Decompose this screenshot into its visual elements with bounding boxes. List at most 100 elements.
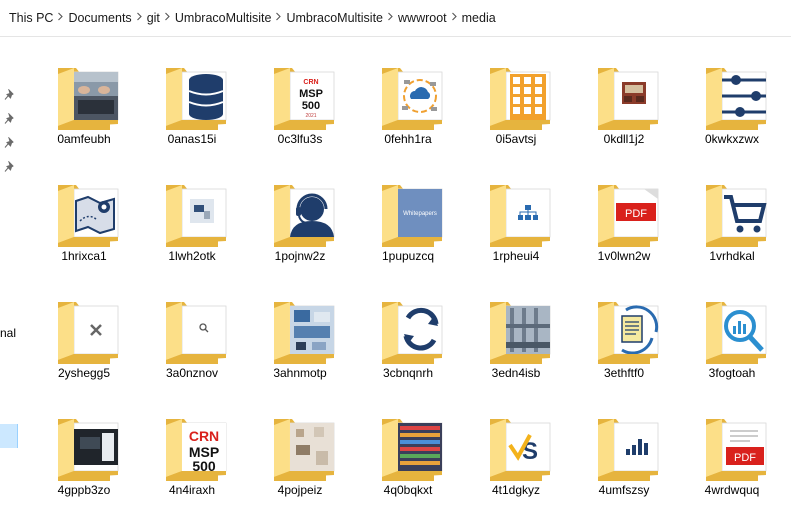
folder-sliders-icon [706, 68, 767, 130]
breadcrumb-item[interactable]: git [147, 11, 160, 25]
folder-item[interactable]: S 4t1dgkyz [462, 391, 570, 499]
folder-name: 0anas15i [167, 132, 217, 146]
pin-icon[interactable] [4, 137, 16, 149]
folder-item[interactable]: 0fehh1ra [354, 40, 462, 148]
folder-desk-icon [166, 185, 227, 247]
svg-text:PDF: PDF [734, 452, 756, 464]
folder-name: 3cbnqnrh [382, 366, 434, 380]
folder-item[interactable]: 0anas15i [138, 40, 246, 148]
folder-name: 3edn4isb [491, 366, 541, 380]
folder-item[interactable]: 2yshegg5 [30, 274, 138, 382]
folder-name: 0i5avtsj [495, 132, 537, 146]
folder-name: 2yshegg5 [57, 366, 111, 380]
folder-check-s-icon: S [490, 419, 551, 481]
folder-item[interactable]: 3a0nznov [138, 274, 246, 382]
folder-name: 3a0nznov [165, 366, 219, 380]
breadcrumb-chevron-icon[interactable] [271, 12, 286, 24]
breadcrumb-chevron-icon[interactable] [53, 12, 68, 24]
folder-pdf2-icon: PDF [706, 419, 767, 481]
pin-icon[interactable] [4, 89, 16, 101]
breadcrumb-chevron-icon[interactable] [132, 12, 147, 24]
nav-selected-item[interactable] [0, 424, 18, 448]
breadcrumb-chevron-icon[interactable] [160, 12, 175, 24]
breadcrumb-item[interactable]: media [462, 11, 496, 25]
folder-item[interactable]: PDF 4wrdwquq [678, 391, 786, 499]
folder-item[interactable]: 1pojnw2z [246, 157, 354, 265]
folder-item[interactable]: 1hrixca1 [30, 157, 138, 265]
folder-headset-icon [274, 185, 335, 247]
folder-pdf-icon: PDF [598, 185, 659, 247]
folder-item[interactable]: PDF 1v0lwn2w [570, 157, 678, 265]
folder-item[interactable]: 1lwh2otk [138, 157, 246, 265]
folder-item[interactable]: CRN MSP 500 4n4iraxh [138, 391, 246, 499]
folder-name: 3ahnmotp [273, 366, 327, 380]
folder-item[interactable]: 3fogtoah [678, 274, 786, 382]
folder-name: 1rpheui4 [492, 249, 540, 263]
folder-item[interactable]: CRN MSP 500 2021 0c3lfu3s [246, 40, 354, 148]
folder-name: 0fehh1ra [384, 132, 432, 146]
folder-search-small-icon [166, 302, 227, 364]
folder-name: 4t1dgkyz [491, 483, 541, 497]
folder-refresh-icon [382, 302, 443, 364]
breadcrumb-item[interactable]: UmbracoMultisite [175, 11, 272, 25]
file-grid: 0amfeubh 0anas15i CRN MSP 500 2021 0c3lfu3s… [30, 38, 791, 524]
breadcrumb-chevron-icon[interactable] [447, 12, 462, 24]
folder-laptop-icon [58, 68, 119, 130]
breadcrumb-item[interactable]: This PC [9, 11, 53, 25]
folder-database-icon [166, 68, 227, 130]
svg-text:CRN: CRN [303, 79, 318, 86]
folder-item[interactable]: 4gppb3zo [30, 391, 138, 499]
folder-name: 4pojpeiz [277, 483, 323, 497]
folder-name: 4gppb3zo [57, 483, 111, 497]
folder-map-icon [58, 185, 119, 247]
pin-icon[interactable] [4, 113, 16, 125]
folder-item[interactable]: 4umfszsy [570, 391, 678, 499]
folder-bars-icon [598, 419, 659, 481]
folder-org-icon [490, 185, 551, 247]
svg-text:2021: 2021 [305, 113, 316, 119]
folder-item[interactable]: Whitepapers 1pupuzcq [354, 157, 462, 265]
folder-item[interactable]: 0i5avtsj [462, 40, 570, 148]
pin-icon[interactable] [4, 161, 16, 173]
folder-name: 1pupuzcq [381, 249, 435, 263]
folder-item[interactable]: 0kdll1j2 [570, 40, 678, 148]
folder-item[interactable]: 0amfeubh [30, 40, 138, 148]
svg-text:MSP: MSP [299, 88, 323, 100]
folder-pipes-icon [490, 302, 551, 364]
folder-name: 0kdll1j2 [603, 132, 645, 146]
folder-name: 1lwh2otk [168, 249, 216, 263]
folder-name: 1hrixca1 [61, 249, 107, 263]
folder-name: 0kwkxzwx [704, 132, 759, 146]
folder-item[interactable]: 3ahnmotp [246, 274, 354, 382]
folder-item[interactable]: 1rpheui4 [462, 157, 570, 265]
folder-crn2021-icon: CRN MSP5002021 [274, 68, 335, 130]
folder-whitepapers-icon: Whitepapers [382, 185, 443, 247]
folder-server-icon [382, 419, 443, 481]
folder-tools-icon [58, 302, 119, 364]
folder-item[interactable]: 1vrhdkal [678, 157, 786, 265]
address-bar[interactable]: This PC Documents git UmbracoMultisite Umbra… [0, 0, 791, 37]
nav-item-label[interactable]: nal [0, 326, 16, 340]
folder-item[interactable]: 0kwkxzwx [678, 40, 786, 148]
svg-text:PDF: PDF [625, 208, 647, 220]
folder-item[interactable]: 4q0bqkxt [354, 391, 462, 499]
folder-name: 0amfeubh [57, 132, 111, 146]
folder-name: 4q0bqkxt [383, 483, 433, 497]
navigation-pane: nal [0, 38, 22, 524]
svg-text:CRN: CRN [189, 428, 219, 444]
folder-interior-icon [598, 68, 659, 130]
breadcrumb-item[interactable]: UmbracoMultisite [286, 11, 383, 25]
folder-dark-photo-icon [58, 419, 119, 481]
folder-name: 4umfszsy [598, 483, 650, 497]
breadcrumb-item[interactable]: wwwroot [398, 11, 447, 25]
folder-name: 1pojnw2z [274, 249, 326, 263]
folder-tech-collage-icon [274, 302, 335, 364]
folder-name: 1v0lwn2w [597, 249, 651, 263]
folder-item[interactable]: 3edn4isb [462, 274, 570, 382]
svg-text:500: 500 [302, 100, 320, 112]
breadcrumb-chevron-icon[interactable] [383, 12, 398, 24]
breadcrumb-item[interactable]: Documents [68, 11, 131, 25]
folder-item[interactable]: 4pojpeiz [246, 391, 354, 499]
folder-item[interactable]: 3ethftf0 [570, 274, 678, 382]
folder-item[interactable]: 3cbnqnrh [354, 274, 462, 382]
